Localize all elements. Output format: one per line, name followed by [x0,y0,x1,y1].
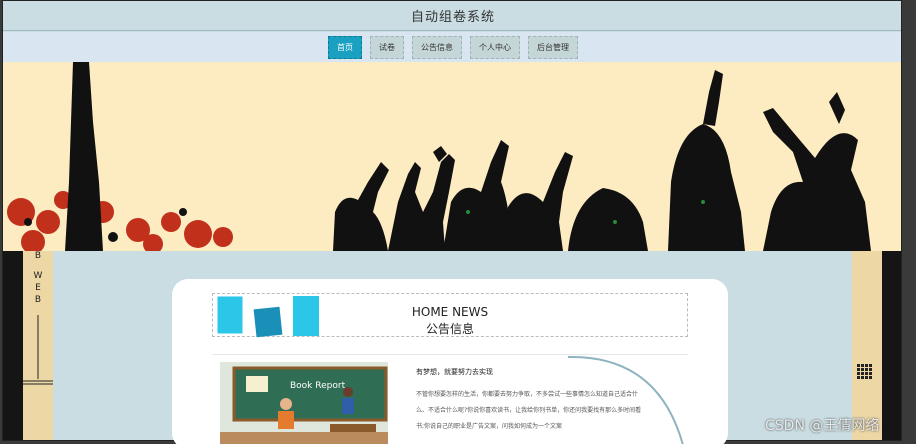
left-dark-strip [3,251,23,440]
book-report-classroom-image: Book Report [220,362,388,444]
side-letter: E [35,283,41,293]
side-letter: B [34,295,42,305]
right-dark-strip [882,251,901,440]
hero-banner [3,62,901,251]
news-item-image[interactable]: Book Report [220,362,388,444]
app-title: 自动组卷系统 [410,10,495,25]
side-divider-lines [23,315,53,385]
nav-item-notices[interactable]: 公告信息 [412,35,462,59]
crowd-silhouette-image [3,62,901,251]
left-side-panel: B W E B [23,251,53,440]
news-heading-cn: 公告信息 [425,322,474,336]
nav-item-admin[interactable]: 后台管理 [528,35,578,59]
nav-item-home[interactable]: 首页 [328,35,362,59]
nav-item-papers[interactable]: 试卷 [370,35,404,59]
news-heading-en: HOME NEWS [411,305,489,319]
book-decoration-icon [216,295,319,338]
grid-icon[interactable] [857,364,873,380]
side-letter: W [33,271,43,281]
watermark-text: CSDN @王倩网络 [765,418,880,434]
book-report-text: Book Report [290,381,346,391]
main-nav: 首页 试卷 公告信息 个人中心 后台管理 [3,32,901,62]
header: 自动组卷系统 [3,1,901,31]
news-item-excerpt: 不管你想要怎样的生活，你都要去努力争取，不多尝试一些事情怎么知道自己适合什么、不… [416,391,642,430]
side-letter: B [34,251,42,261]
news-item-title[interactable]: 有梦想，就要努力去实现 [416,367,493,377]
right-side-panel [852,251,882,440]
nav-item-profile[interactable]: 个人中心 [470,35,520,59]
